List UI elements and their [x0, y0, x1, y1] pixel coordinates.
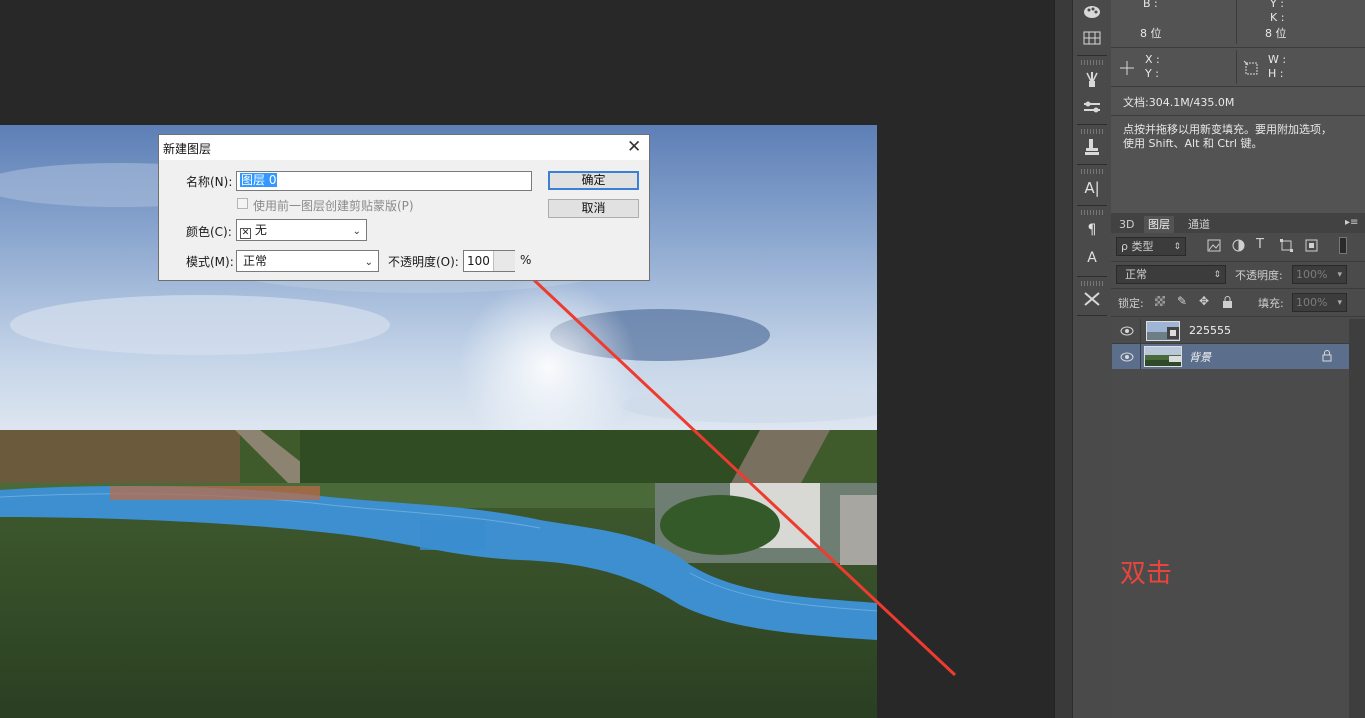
- cancel-button[interactable]: 取消: [548, 199, 639, 218]
- lock-move-icon[interactable]: ✥: [1199, 294, 1209, 308]
- info-bit-left: 8 位: [1140, 27, 1162, 40]
- fill-label: 填充:: [1258, 297, 1284, 310]
- opacity-value: 100%: [1296, 268, 1328, 281]
- selection-size-icon: [1243, 60, 1259, 79]
- info-x-label: X :: [1145, 53, 1160, 66]
- glyphs-icon[interactable]: A: [1080, 247, 1104, 269]
- smart-object-filter-icon[interactable]: [1305, 239, 1318, 255]
- shape-filter-icon[interactable]: [1280, 239, 1293, 255]
- tool-presets-icon[interactable]: [1080, 288, 1104, 310]
- brush-settings-icon[interactable]: [1080, 96, 1104, 118]
- fill-input[interactable]: 100% ▾: [1292, 293, 1347, 312]
- opacity-label: 不透明度(O):: [388, 255, 459, 269]
- color-value: 无: [254, 223, 267, 237]
- eye-icon[interactable]: [1120, 351, 1134, 365]
- dropdown-arrow-icon: ▾: [1337, 298, 1342, 308]
- percent-sign: %: [520, 253, 532, 267]
- dialog-title-bar: 新建图层 ✕: [159, 135, 649, 160]
- type-filter-icon[interactable]: T: [1256, 237, 1264, 252]
- info-h-label: H :: [1268, 67, 1284, 80]
- lock-icon: [1322, 350, 1332, 365]
- info-bit-right: 8 位: [1265, 27, 1287, 40]
- mode-label: 模式(M):: [186, 255, 234, 269]
- layer-filter-label: ρ 类型: [1121, 240, 1154, 253]
- chevron-down-icon: ⌄: [364, 257, 373, 268]
- color-label: 颜色(C):: [186, 225, 232, 239]
- info-w-label: W :: [1268, 53, 1287, 66]
- name-label: 名称(N):: [186, 175, 233, 189]
- lock-transparent-icon[interactable]: [1155, 296, 1165, 306]
- opacity-slider-button[interactable]: [493, 251, 515, 271]
- doc-size: 文档:304.1M/435.0M: [1123, 96, 1235, 109]
- clone-source-icon[interactable]: [1080, 136, 1104, 158]
- layer-name-value: 图层 0: [240, 173, 278, 187]
- clip-mask-label: 使用前一图层创建剪贴蒙版(P): [253, 199, 414, 213]
- adjustment-filter-icon[interactable]: [1232, 239, 1245, 255]
- no-color-icon: ✕: [240, 228, 251, 239]
- dialog-title: 新建图层: [163, 142, 212, 156]
- tab-channels[interactable]: 通道: [1184, 216, 1214, 233]
- lock-label: 锁定:: [1118, 297, 1144, 310]
- blend-mode-select[interactable]: 正常 ⇕: [1116, 265, 1226, 284]
- info-y-label: Y :: [1270, 0, 1284, 10]
- layer-thumbnail: [1144, 346, 1182, 367]
- annotation-double-click-text: 双击: [1120, 559, 1173, 589]
- crosshair-icon: [1119, 60, 1135, 79]
- updown-icon: ⇕: [1173, 242, 1181, 252]
- clip-mask-checkbox[interactable]: [237, 198, 248, 209]
- opacity-label: 不透明度:: [1235, 269, 1283, 282]
- lock-all-icon[interactable]: [1222, 296, 1233, 311]
- layers-scrollbar[interactable]: [1349, 319, 1365, 718]
- updown-icon: ⇕: [1213, 270, 1221, 280]
- blend-mode-value: 正常: [1125, 268, 1147, 281]
- close-icon[interactable]: ✕: [627, 137, 641, 157]
- ok-button[interactable]: 确定: [548, 171, 639, 190]
- eye-icon[interactable]: [1120, 325, 1134, 339]
- pixel-filter-icon[interactable]: [1207, 239, 1221, 255]
- character-icon[interactable]: A|: [1080, 177, 1104, 199]
- opacity-value: 100: [467, 254, 490, 268]
- layer-row-selected[interactable]: 背景: [1112, 344, 1349, 369]
- color-select[interactable]: ✕ 无 ⌄: [236, 219, 367, 241]
- filter-toggle[interactable]: [1339, 237, 1347, 254]
- brush-presets-icon[interactable]: [1080, 68, 1104, 90]
- opacity-field[interactable]: 100: [463, 250, 515, 272]
- layer-name: 背景: [1189, 351, 1211, 364]
- info-k-label: K :: [1270, 11, 1285, 24]
- tool-hint: 点按并拖移以用新变填充。要用附加选项，使用 Shift、Alt 和 Ctrl 键…: [1123, 123, 1332, 150]
- fill-value: 100%: [1296, 296, 1328, 309]
- chevron-down-icon: ⌄: [352, 226, 361, 237]
- info-b-label: B :: [1143, 0, 1158, 10]
- side-toolbar: A| ¶ A: [1072, 0, 1112, 718]
- tab-3d[interactable]: 3D: [1115, 216, 1138, 233]
- lock-paint-icon[interactable]: ✎: [1177, 294, 1187, 308]
- swatches-icon[interactable]: [1080, 1, 1104, 23]
- panel-menu-icon[interactable]: ▸≡: [1345, 217, 1358, 228]
- layer-filter-select[interactable]: ρ 类型 ⇕: [1116, 237, 1186, 256]
- tab-layers[interactable]: 图层: [1144, 216, 1174, 233]
- new-layer-dialog: 新建图层 ✕ 名称(N): 图层 0 使用前一图层创建剪贴蒙版(P) 颜色(C)…: [158, 134, 650, 281]
- mode-select[interactable]: 正常 ⌄: [236, 250, 379, 272]
- grid-icon[interactable]: [1080, 27, 1104, 49]
- layer-thumbnail: [1146, 321, 1180, 341]
- layer-name: 225555: [1189, 324, 1231, 337]
- info-y2-label: Y :: [1145, 67, 1159, 80]
- dropdown-arrow-icon: ▾: [1337, 270, 1342, 280]
- opacity-input[interactable]: 100% ▾: [1292, 265, 1347, 284]
- paragraph-icon[interactable]: ¶: [1080, 219, 1104, 241]
- layer-name-field[interactable]: 图层 0: [236, 171, 532, 191]
- layer-row[interactable]: 225555: [1112, 319, 1349, 344]
- panel-gutter: [1054, 0, 1073, 718]
- arrow-to-dialog: [468, 218, 957, 677]
- mode-value: 正常: [243, 254, 268, 268]
